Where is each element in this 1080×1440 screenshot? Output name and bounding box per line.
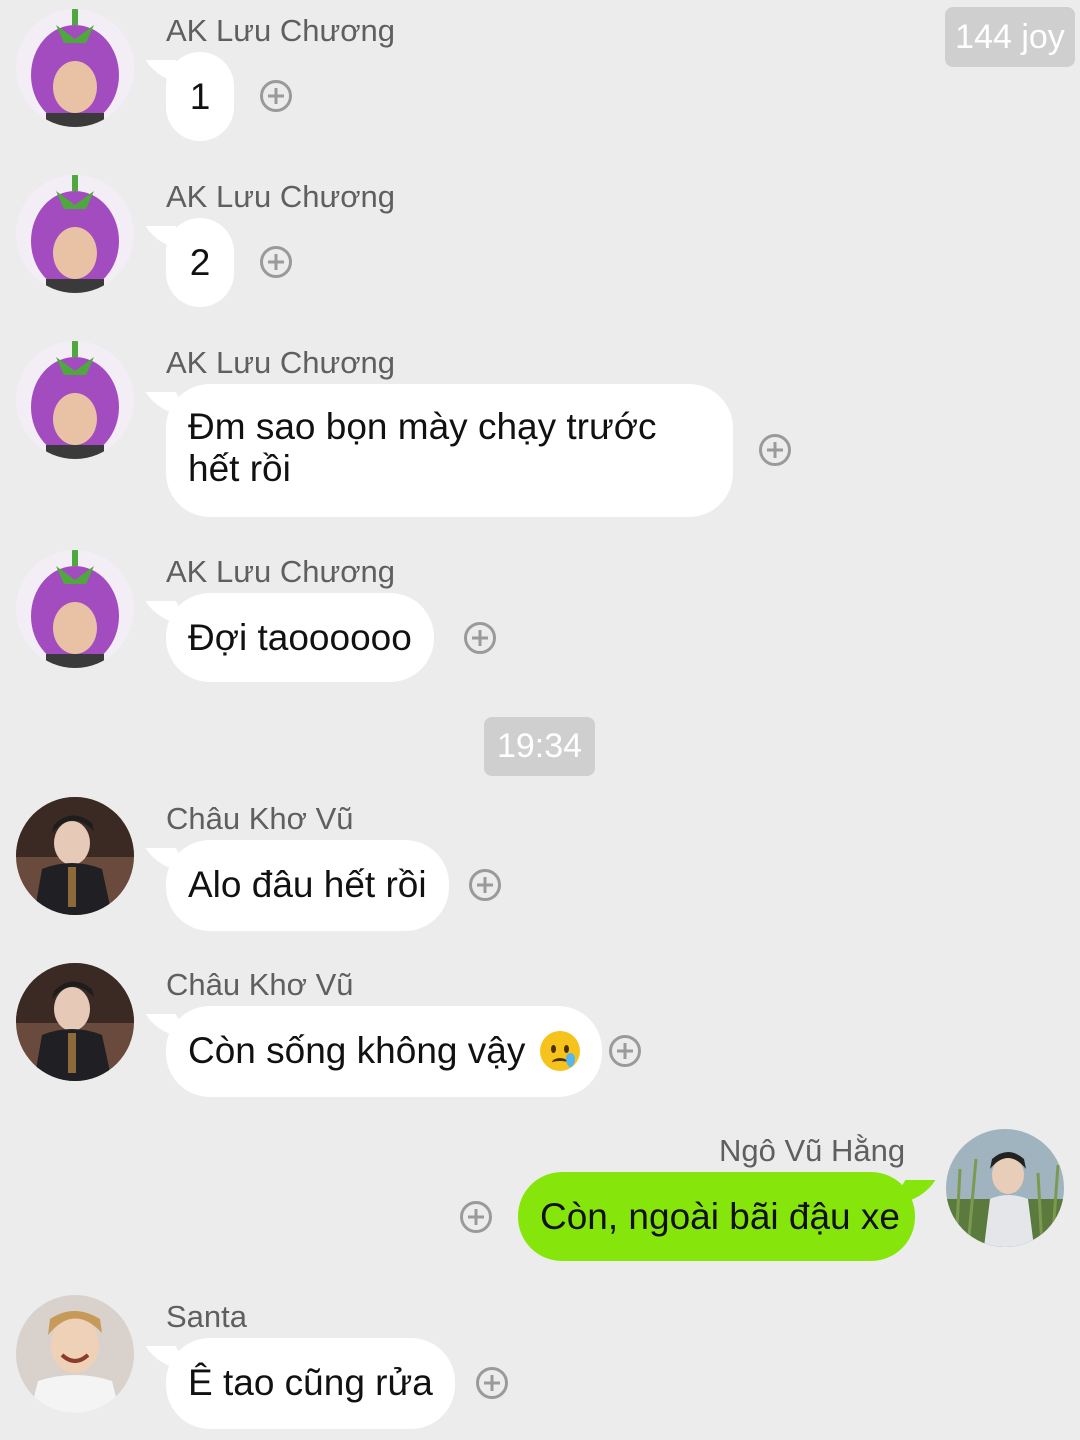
message-bubble[interactable]: Còn sống không vậy	[166, 1006, 602, 1097]
smiling-avatar-icon	[16, 1295, 134, 1413]
message-row: AK Lưu Chương Đm sao bọn mày chạy trước …	[0, 332, 1080, 522]
sender-name: Châu Khơ Vũ	[166, 967, 354, 1002]
avatar[interactable]	[16, 1295, 134, 1413]
message-bubble[interactable]: Đm sao bọn mày chạy trước hết rồi	[166, 384, 733, 517]
sender-name: Santa	[166, 1299, 248, 1334]
sender-name: AK Lưu Chương	[166, 554, 396, 589]
avatar[interactable]	[946, 1129, 1064, 1247]
message-row: AK Lưu Chương 2	[0, 166, 1080, 316]
message-bubble[interactable]: Ê tao cũng rửa	[166, 1338, 455, 1429]
eggplant-hat-avatar-icon	[16, 9, 134, 127]
message-bubble[interactable]: Alo đâu hết rồi	[166, 840, 449, 931]
avatar[interactable]	[16, 550, 134, 668]
message-row: Châu Khơ Vũ Còn sống không vậy	[0, 954, 1080, 1104]
avatar[interactable]	[16, 797, 134, 915]
outdoor-avatar-icon	[946, 1129, 1064, 1247]
message-row: AK Lưu Chương 1	[0, 0, 1080, 150]
message-row: AK Lưu Chương Đợi taoooooo	[0, 541, 1080, 691]
message-text: Còn sống không vậy	[188, 1030, 526, 1071]
add-reaction-button[interactable]	[260, 80, 292, 112]
add-reaction-button[interactable]	[260, 246, 292, 278]
sender-name: Ngô Vũ Hằng	[719, 1133, 906, 1168]
sender-name: Châu Khơ Vũ	[166, 801, 354, 836]
avatar[interactable]	[16, 963, 134, 1081]
add-reaction-button[interactable]	[609, 1035, 641, 1067]
add-reaction-button[interactable]	[460, 1201, 492, 1233]
message-row: Châu Khơ Vũ Alo đâu hết rồi	[0, 788, 1080, 938]
add-reaction-button[interactable]	[464, 622, 496, 654]
eggplant-hat-avatar-icon	[16, 550, 134, 668]
dark-suit-avatar-icon	[16, 797, 134, 915]
dark-suit-avatar-icon	[16, 963, 134, 1081]
message-row: Santa Ê tao cũng rửa	[0, 1286, 1080, 1440]
sender-name: AK Lưu Chương	[166, 13, 396, 48]
avatar[interactable]	[16, 341, 134, 459]
message-bubble[interactable]: 1	[166, 52, 234, 141]
message-bubble[interactable]: Còn, ngoài bãi đậu xe	[518, 1172, 915, 1261]
avatar[interactable]	[16, 175, 134, 293]
message-bubble[interactable]: 2	[166, 218, 234, 307]
message-bubble[interactable]: Đợi taoooooo	[166, 593, 434, 682]
sender-name: AK Lưu Chương	[166, 179, 396, 214]
sender-name: AK Lưu Chương	[166, 345, 396, 380]
add-reaction-button[interactable]	[759, 434, 791, 466]
eggplant-hat-avatar-icon	[16, 341, 134, 459]
eggplant-hat-avatar-icon	[16, 175, 134, 293]
message-row: Ngô Vũ Hằng Còn, ngoài bãi đậu xe	[0, 1120, 1080, 1280]
time-separator: 19:34	[484, 717, 595, 776]
avatar[interactable]	[16, 9, 134, 127]
add-reaction-button[interactable]	[469, 869, 501, 901]
crying-face-icon	[539, 1031, 580, 1071]
add-reaction-button[interactable]	[476, 1367, 508, 1399]
